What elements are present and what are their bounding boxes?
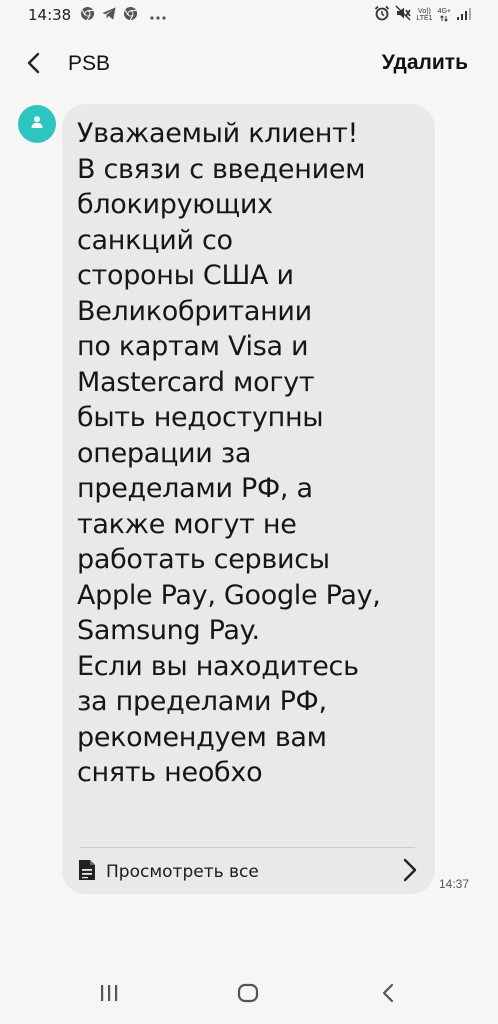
status-time: 14:38: [28, 6, 72, 24]
status-bar: 14:38 Vo)) LTE1 4G+: [0, 0, 498, 32]
recents-button[interactable]: [94, 982, 124, 1008]
status-left-icons: [80, 6, 166, 24]
avatar[interactable]: [18, 105, 56, 143]
back-arrow-icon: [25, 52, 41, 78]
lte-label: LTE1: [416, 15, 433, 22]
document-icon: [78, 859, 96, 885]
chevron-right-icon: [403, 858, 417, 886]
message-time: 14:37: [439, 877, 470, 891]
home-icon: [237, 983, 259, 1007]
mute-icon: [395, 5, 412, 25]
status-right-icons: Vo)) LTE1 4G+: [374, 5, 472, 25]
volte-label: Vo)): [418, 8, 431, 15]
signal-icon: [456, 6, 472, 25]
view-all-button[interactable]: Просмотреть все: [78, 854, 417, 890]
network-icon: 4G+: [438, 8, 451, 22]
bubble-divider: [80, 847, 415, 848]
message-text: Уважаемый клиент! В связи с введением бл…: [77, 118, 381, 788]
person-icon: [29, 114, 45, 134]
message-bubble[interactable]: Уважаемый клиент! В связи с введением бл…: [62, 104, 435, 894]
back-button[interactable]: [18, 50, 48, 80]
alarm-icon: [374, 5, 390, 25]
back-icon: [381, 983, 395, 1007]
recents-icon: [99, 984, 119, 1006]
network-label: 4G+: [437, 8, 451, 15]
more-dots-icon: [150, 6, 166, 25]
navigation-bar: [0, 960, 498, 1024]
system-back-button[interactable]: [373, 982, 403, 1008]
volte-icon: Vo)) LTE1: [416, 8, 432, 22]
chrome-icon: [80, 6, 95, 25]
delete-button[interactable]: Удалить: [382, 51, 468, 75]
app-bar: PSB Удалить: [0, 40, 498, 92]
telegram-icon: [101, 6, 117, 25]
view-all-label: Просмотреть все: [106, 862, 259, 882]
chrome-icon: [123, 6, 138, 25]
contact-name: PSB: [68, 52, 111, 75]
home-button[interactable]: [233, 982, 263, 1008]
